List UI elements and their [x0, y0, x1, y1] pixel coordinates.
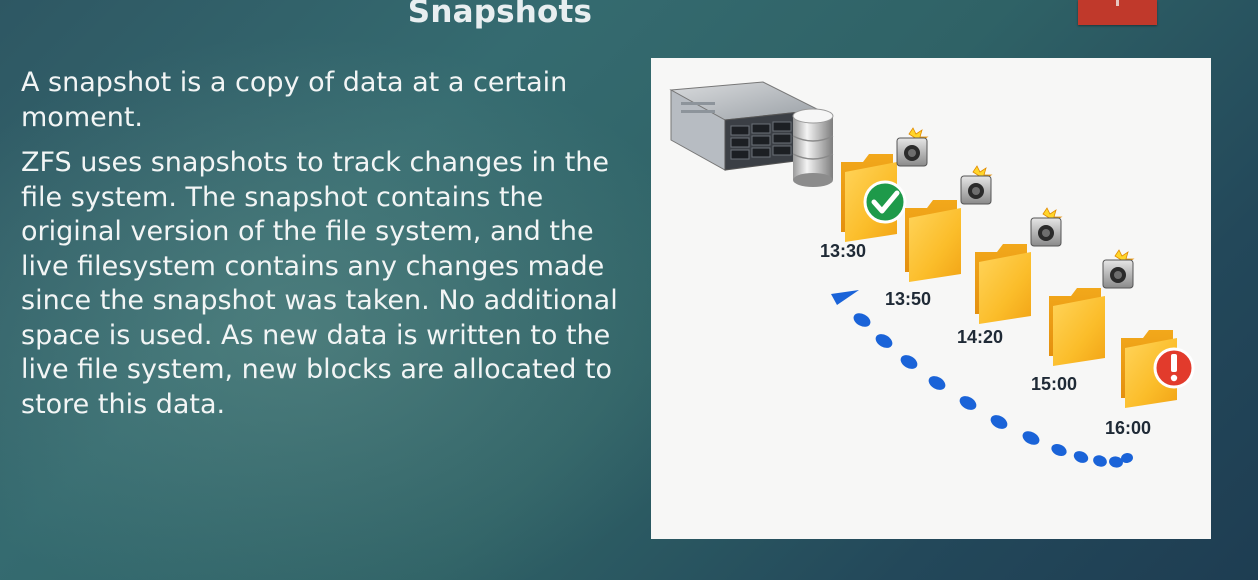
camera-icon: [960, 165, 993, 205]
checkmark-icon: [863, 180, 907, 224]
snapshot-illustration: 13:30 13:50 14:20 15:00 16:00: [651, 58, 1211, 539]
alert-icon: [1153, 347, 1195, 389]
timestamp-label: 13:50: [885, 289, 931, 309]
paragraph-zfs-snapshots: ZFS uses snapshots to track changes in t…: [21, 147, 618, 420]
timestamp-label: 16:00: [1105, 418, 1151, 438]
folder-icon: [1049, 288, 1105, 366]
camera-icon: [1102, 249, 1135, 289]
paragraph-snapshot-definition: A snapshot is a copy of data at a certai…: [21, 67, 568, 133]
folder-icon: [975, 244, 1031, 324]
timestamp-label: 14:20: [957, 327, 1003, 347]
slide-body: A snapshot is a copy of data at a certai…: [21, 66, 621, 433]
camera-icon: [1030, 207, 1063, 247]
timestamp-label: 13:30: [820, 241, 866, 261]
timestamp-label: 15:00: [1031, 374, 1077, 394]
slide-title: Snapshots: [407, 0, 593, 30]
database-icon: [792, 108, 834, 187]
folder-icon: [905, 200, 961, 282]
corner-tab-marker: [1116, 0, 1119, 6]
camera-icon: [896, 127, 929, 167]
corner-tab: [1078, 0, 1157, 25]
